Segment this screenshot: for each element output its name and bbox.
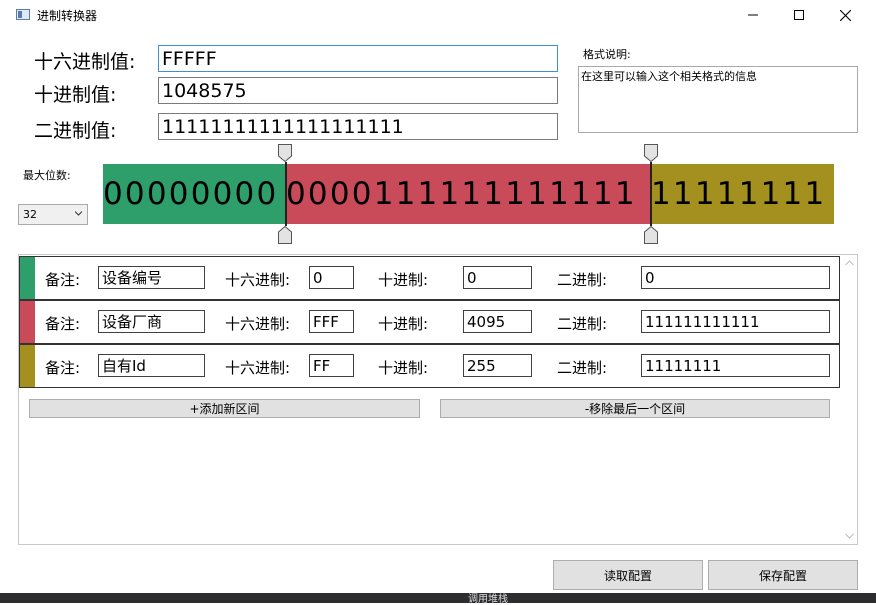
interval-color [20,345,35,387]
bin-input[interactable]: 0 [641,266,830,289]
title-bar[interactable]: 进制转换器 [0,0,876,30]
dec-input[interactable]: 255 [463,354,532,377]
bin-label: 二进制值: [34,120,117,142]
hex-input[interactable]: FF [309,354,354,377]
bit-segment-bits: 00000000 [103,176,279,212]
bit-segment: 00000000 [103,164,286,224]
bin-input[interactable]: 11111111 [641,354,830,377]
hex-input[interactable]: FFF [309,310,354,333]
note-input[interactable]: 设备厂商 [98,310,205,333]
hex-label: 十六进制: [225,315,291,333]
note-input[interactable]: 自有Id [98,354,205,377]
max-bits-label: 最大位数: [23,169,71,182]
note-label: 备注: [45,315,81,333]
segment-divider [285,162,287,226]
read-config-button[interactable]: 读取配置 [553,560,703,590]
split-handle-top[interactable] [644,144,658,162]
window-title: 进制转换器 [37,9,98,23]
maximize-icon [794,10,804,20]
add-interval-button[interactable]: +添加新区间 [29,399,420,418]
dec-label: 十进制: [378,315,429,333]
format-note-input[interactable]: 在这里可以输入这个相关格式的信息 [578,66,858,133]
minimize-button[interactable] [730,0,776,30]
hex-label: 十六进制: [225,271,291,289]
dec-label: 十进制: [378,271,429,289]
chevron-down-icon [75,211,82,216]
interval-row: 备注: 设备编号 十六进制: 0 十进制: 0 二进制: 0 [19,256,840,300]
split-handle-top[interactable] [278,144,292,162]
split-handle-bottom[interactable] [644,226,658,244]
dec-input[interactable]: 4095 [463,310,532,333]
interval-row: 备注: 设备厂商 十六进制: FFF 十进制: 4095 二进制: 111111… [19,300,840,344]
dec-label: 十进制: [378,359,429,377]
note-label: 备注: [45,359,81,377]
app-icon [16,9,30,20]
remove-last-interval-button[interactable]: -移除最后一个区间 [440,399,830,418]
maximize-button[interactable] [776,0,822,30]
minimize-icon [748,14,758,16]
bin-label: 二进制: [557,271,608,289]
dec-value-input[interactable]: 1048575 [158,77,558,104]
bin-value-input[interactable]: 11111111111111111111 [158,113,558,140]
hex-label: 十六进制: [225,359,291,377]
hex-value-input[interactable]: FFFFF [158,45,558,72]
close-icon [839,9,851,21]
split-handle-bottom[interactable] [278,226,292,244]
bit-segment: 0000111111111111 [286,164,651,224]
bin-label: 二进制: [557,359,608,377]
hex-label: 十六进制值: [34,51,136,73]
max-bits-select[interactable]: 32 [18,204,88,225]
bit-segment-bits: 11111111 [651,176,827,212]
close-button[interactable] [822,0,868,30]
scroll-down-icon[interactable] [845,533,854,539]
interval-color [20,257,35,299]
background-window-strip: 调用堆栈 [0,593,876,605]
interval-row: 备注: 自有Id 十六进制: FF 十进制: 255 二进制: 11111111 [19,344,840,388]
save-config-button[interactable]: 保存配置 [708,560,858,590]
max-bits-value: 32 [23,208,37,221]
dec-input[interactable]: 0 [463,266,532,289]
bit-segment: 11111111 [651,164,834,224]
format-note-label: 格式说明: [583,48,631,61]
scroll-up-icon[interactable] [845,260,854,266]
note-input[interactable]: 设备编号 [98,266,205,289]
bin-input[interactable]: 111111111111 [641,310,830,333]
note-label: 备注: [45,271,81,289]
segment-divider [650,162,652,226]
hex-input[interactable]: 0 [309,266,354,289]
interval-color [20,301,35,343]
bin-label: 二进制: [557,315,608,333]
dec-label: 十进制值: [34,84,117,106]
bit-segment-bits: 0000111111111111 [286,176,637,212]
